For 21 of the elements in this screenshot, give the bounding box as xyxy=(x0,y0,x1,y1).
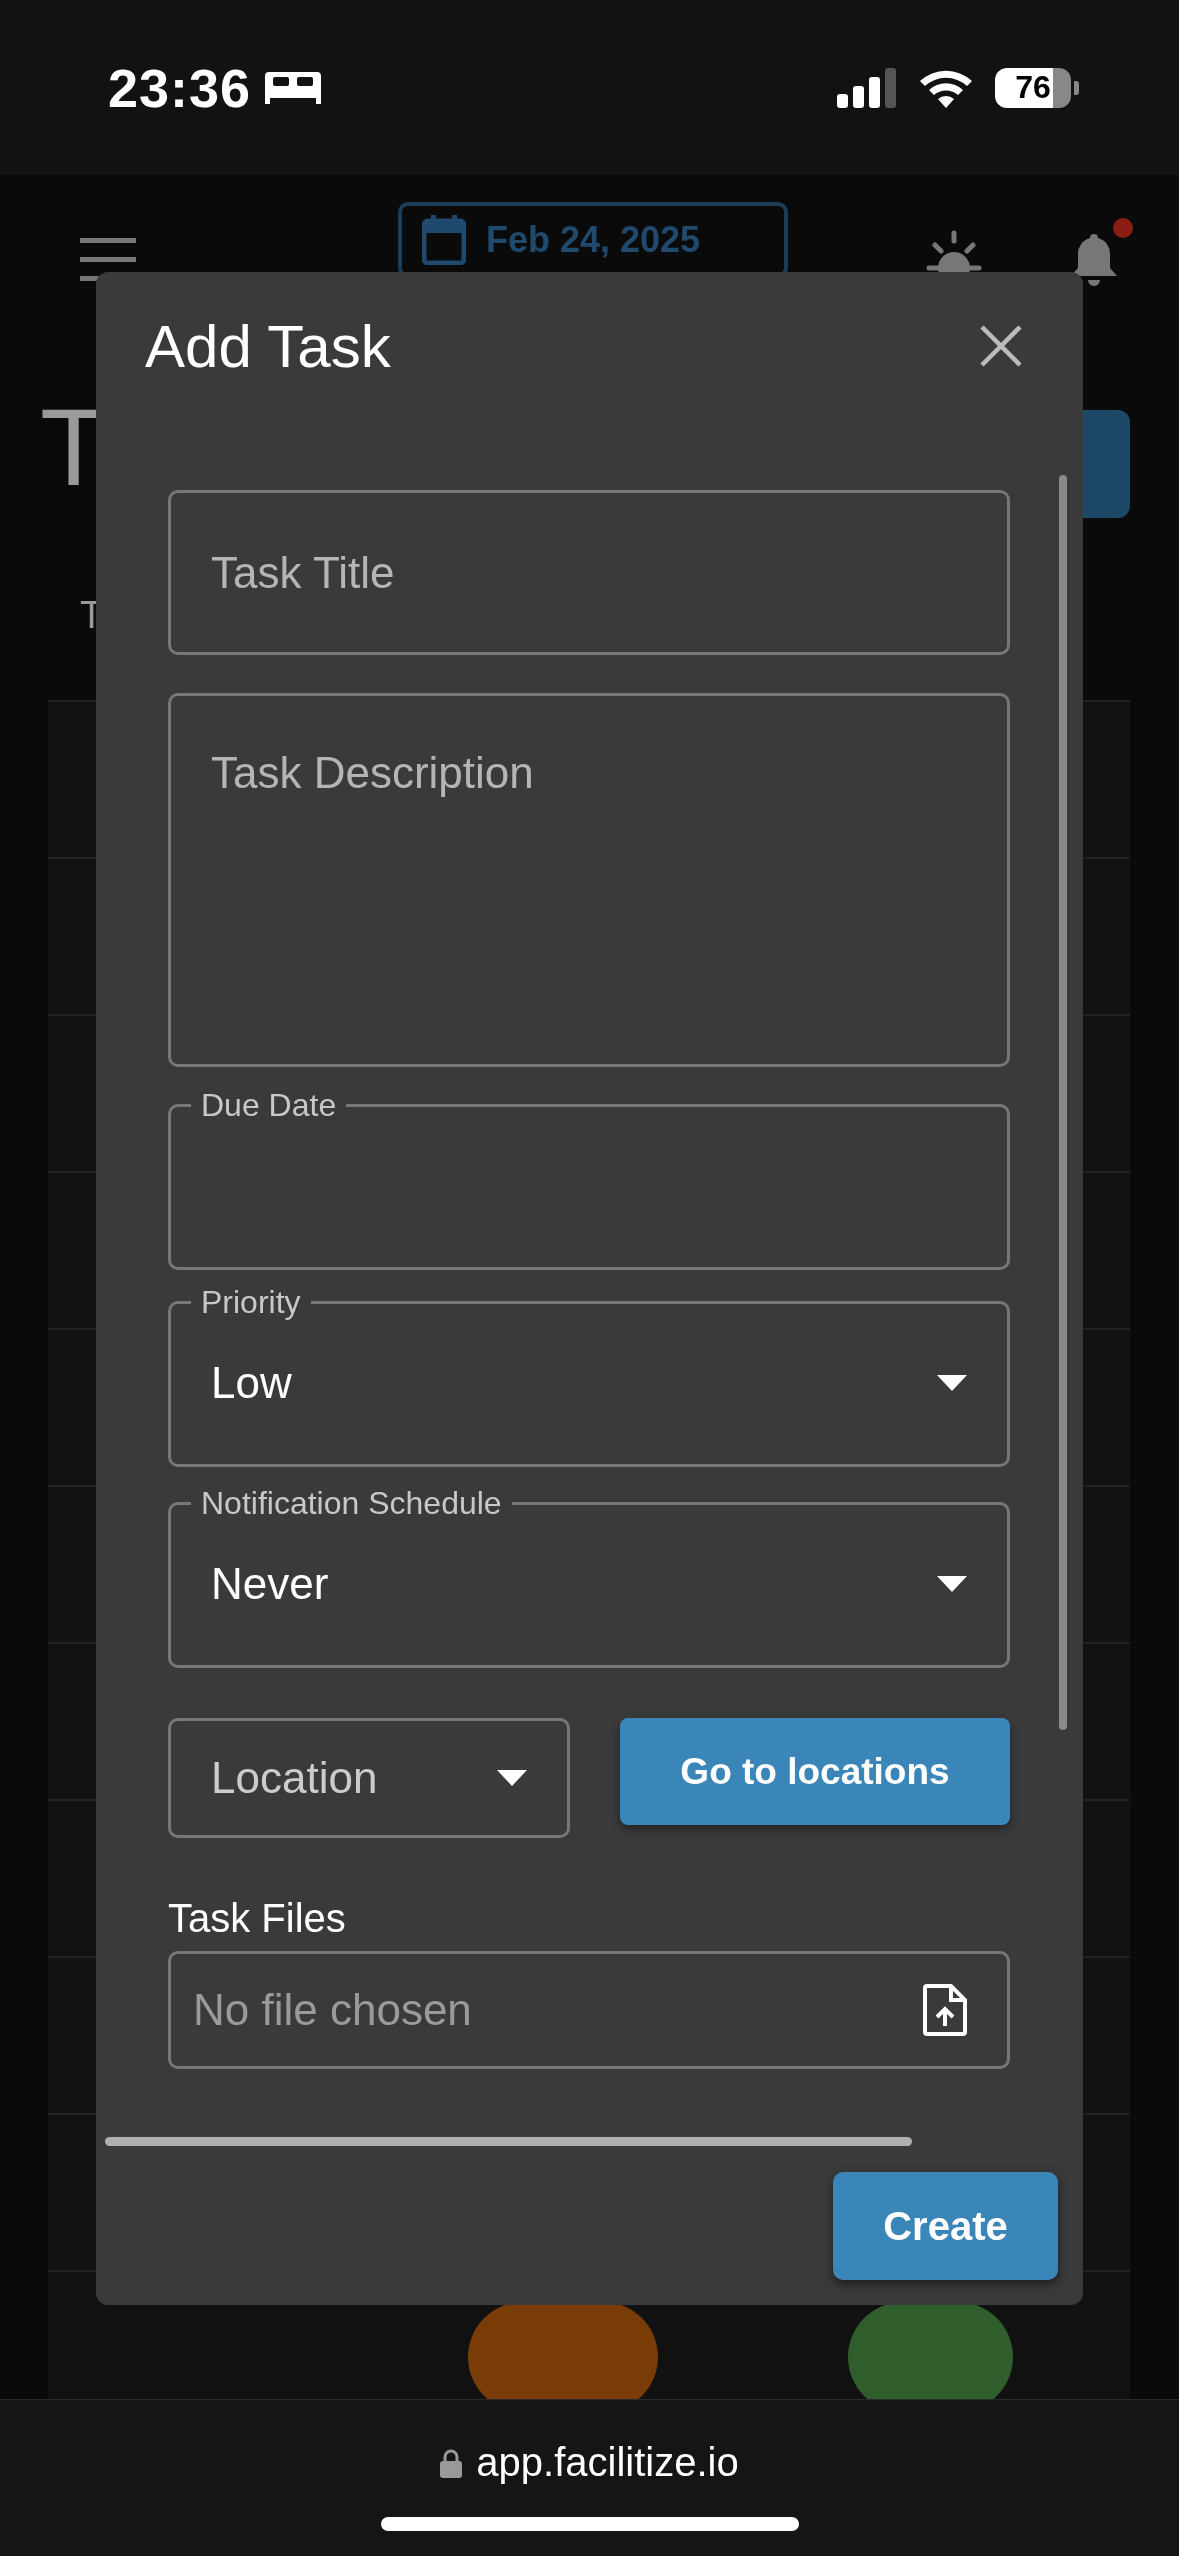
clock-time: 23:36 xyxy=(108,56,252,119)
location-select[interactable]: Location xyxy=(168,1718,570,1838)
caret-icon xyxy=(937,1374,967,1391)
bed-icon xyxy=(265,69,322,106)
horizontal-scrollbar[interactable] xyxy=(105,2137,912,2146)
file-upload-icon[interactable] xyxy=(923,1984,967,2036)
vertical-scrollbar[interactable] xyxy=(1059,475,1067,1730)
calendar-icon xyxy=(422,215,466,265)
caret-icon xyxy=(937,1575,967,1592)
go-to-locations-button[interactable]: Go to locations xyxy=(620,1718,1010,1825)
url-text[interactable]: app.facilitize.io xyxy=(476,2440,739,2485)
description-field[interactable]: Task Description xyxy=(168,693,1010,1067)
signal-icon xyxy=(837,67,897,108)
files-label: Task Files xyxy=(168,1896,347,1941)
create-button[interactable]: Create xyxy=(833,2172,1058,2280)
caret-icon xyxy=(497,1770,527,1786)
file-input[interactable]: No file chosen xyxy=(168,1951,1010,2069)
title-field[interactable]: Task Title xyxy=(168,490,1010,655)
dialog-title: Add Task xyxy=(145,311,391,381)
lock-icon xyxy=(440,2447,463,2478)
close-icon[interactable] xyxy=(979,324,1023,368)
